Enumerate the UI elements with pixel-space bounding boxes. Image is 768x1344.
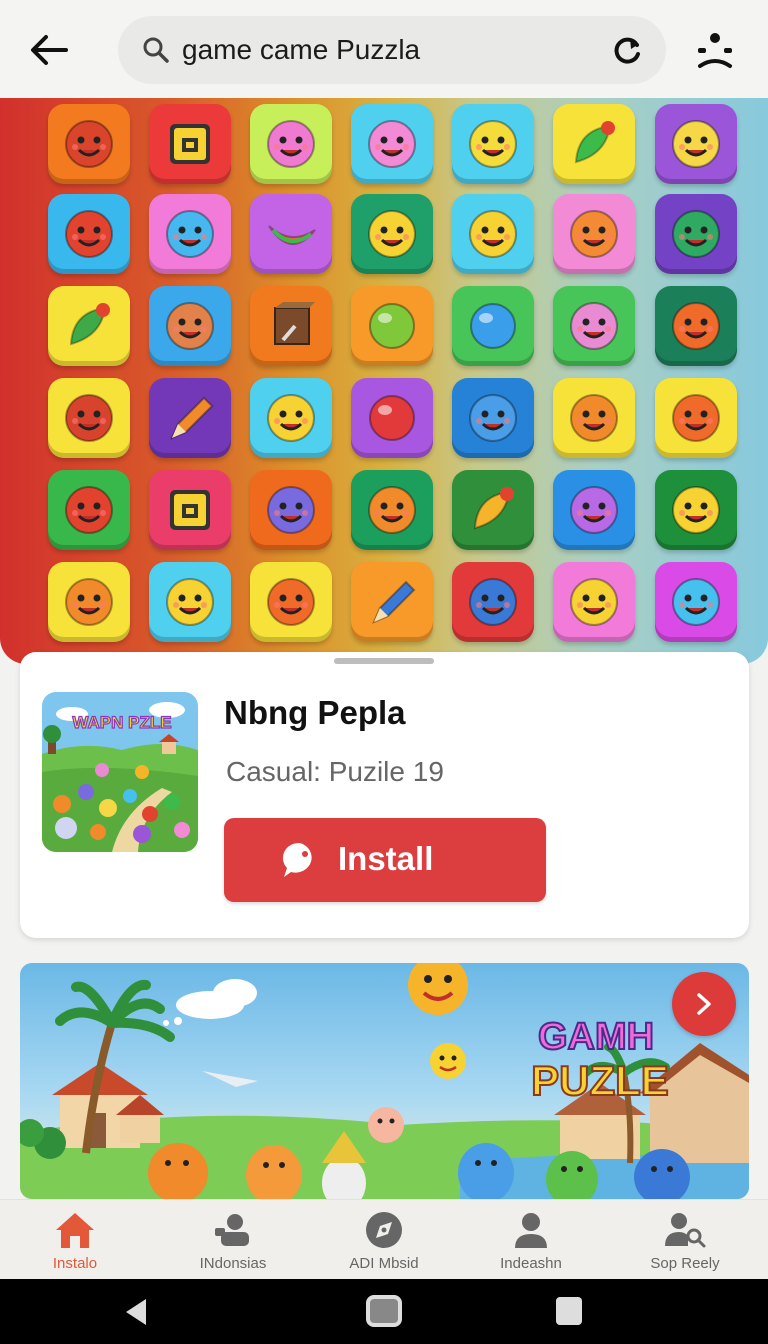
puzzle-tile-face-icon (250, 562, 332, 642)
install-label: Install (338, 840, 434, 877)
top-bar: game came Puzzla (0, 0, 768, 98)
nav-item-indonsias[interactable]: INdonsias (158, 1200, 308, 1280)
puzzle-tile-face-icon (351, 470, 433, 550)
nav-label: Indeashn (500, 1255, 562, 1272)
puzzle-tile-face-icon (655, 286, 737, 366)
puzzle-tile-banana-icon (250, 194, 332, 274)
nav-label: Instalo (52, 1255, 98, 1272)
puzzle-tile-face-icon (250, 470, 332, 550)
search-query-text[interactable]: game came Puzzla (182, 32, 420, 68)
search-icon (143, 37, 169, 63)
nav-item-sop-reely[interactable]: Sop Reely (610, 1200, 760, 1280)
puzzle-tile-face-icon (250, 104, 332, 184)
puzzle-tile-face-icon (452, 562, 534, 642)
puzzle-tile-face-icon (452, 378, 534, 458)
person-icon (515, 1213, 547, 1248)
puzzle-tile-face-icon (351, 104, 433, 184)
puzzle-tile-pencil-icon (351, 562, 433, 642)
puzzle-tile-face-icon (655, 104, 737, 184)
next-button[interactable] (672, 972, 736, 1036)
puzzle-tile-face-icon (48, 378, 130, 458)
puzzle-tile-face-icon (553, 562, 635, 642)
nav-item-indeashn[interactable]: Indeashn (456, 1200, 606, 1280)
account-button[interactable] (690, 28, 740, 76)
system-home-button[interactable] (366, 1295, 402, 1327)
drag-handle[interactable] (334, 658, 434, 664)
back-button[interactable] (24, 28, 72, 72)
app-title: Nbng Pepla (224, 694, 406, 731)
puzzle-tile-pencil-icon (149, 378, 231, 458)
app-card: WAPN PZLE Nbng Pepla Casual: Puzile 19 I… (20, 652, 749, 938)
nav-label: ADI Mbsid (349, 1255, 419, 1272)
install-button[interactable]: Install (224, 818, 546, 902)
puzzle-tile-ball-icon (351, 378, 433, 458)
chat-bubble-icon (282, 842, 312, 877)
nav-item-adi-mbsid[interactable]: ADI Mbsid (309, 1200, 459, 1280)
promo-art: GAMH PUZLE (20, 963, 749, 1199)
puzzle-tile-face-icon (452, 104, 534, 184)
puzzle-tile-leaf-icon (48, 286, 130, 366)
account-search-icon (665, 1213, 706, 1248)
compass-icon (366, 1212, 402, 1248)
nav-label: Sop Reely (650, 1255, 720, 1272)
nav-item-instalo[interactable]: Instalo (0, 1200, 150, 1280)
puzzle-tile-face-icon (149, 194, 231, 274)
puzzle-tile-face-icon (655, 470, 737, 550)
nav-label: INdonsias (199, 1255, 267, 1272)
puzzle-icon-grid-banner (0, 98, 768, 664)
home-icon (56, 1213, 94, 1248)
system-back-icon[interactable] (124, 1297, 148, 1327)
app-thumbnail[interactable]: WAPN PZLE (42, 692, 198, 852)
search-field[interactable]: game came Puzzla (118, 16, 666, 84)
puzzle-tile-face-icon (553, 470, 635, 550)
puzzle-tile-disk-icon (149, 470, 231, 550)
puzzle-tile-leaf-icon (452, 470, 534, 550)
puzzle-tile-face-icon (149, 562, 231, 642)
puzzle-tile-ball-icon (452, 286, 534, 366)
puzzle-tile-face-icon (149, 286, 231, 366)
puzzle-tile-face-icon (655, 194, 737, 274)
app-category: Casual: Puzile 19 (226, 756, 444, 787)
puzzle-tile-face-icon (48, 104, 130, 184)
puzzle-tile-leaf-icon (553, 104, 635, 184)
promo-logo-line2: PUZLE (531, 1057, 669, 1104)
puzzle-tile-face-icon (452, 194, 534, 274)
puzzle-tile-face-icon (351, 194, 433, 274)
chevron-right-icon (697, 993, 711, 1015)
app-thumbnail-art: WAPN PZLE (42, 692, 198, 852)
puzzle-tile-ball-icon (351, 286, 433, 366)
puzzle-tile-face-icon (250, 378, 332, 458)
bottom-navigation: Instalo INdonsias ADI Mbsid Indeashn Sop… (0, 1199, 768, 1279)
account-face-icon (698, 33, 732, 68)
system-recents-button[interactable] (556, 1297, 582, 1325)
puzzle-tile-face-icon (553, 194, 635, 274)
system-navigation-bar (0, 1279, 768, 1344)
promo-banner[interactable]: GAMH PUZLE (20, 963, 749, 1199)
people-icon (215, 1214, 249, 1246)
puzzle-tile-face-icon (655, 378, 737, 458)
puzzle-tile-face-icon (655, 562, 737, 642)
puzzle-tile-face-icon (48, 562, 130, 642)
promo-logo-line1: GAMH (538, 1016, 654, 1058)
puzzle-tile-face-icon (553, 378, 635, 458)
puzzle-tile-disk-icon (149, 104, 231, 184)
puzzle-tile-face-icon (553, 286, 635, 366)
puzzle-tile-face-icon (48, 194, 130, 274)
refresh-icon[interactable] (610, 34, 644, 68)
puzzle-tile-face-icon (48, 470, 130, 550)
arrow-left-icon (31, 35, 68, 65)
thumb-logo-text: WAPN PZLE (72, 713, 171, 732)
puzzle-tile-box-icon (250, 286, 332, 366)
